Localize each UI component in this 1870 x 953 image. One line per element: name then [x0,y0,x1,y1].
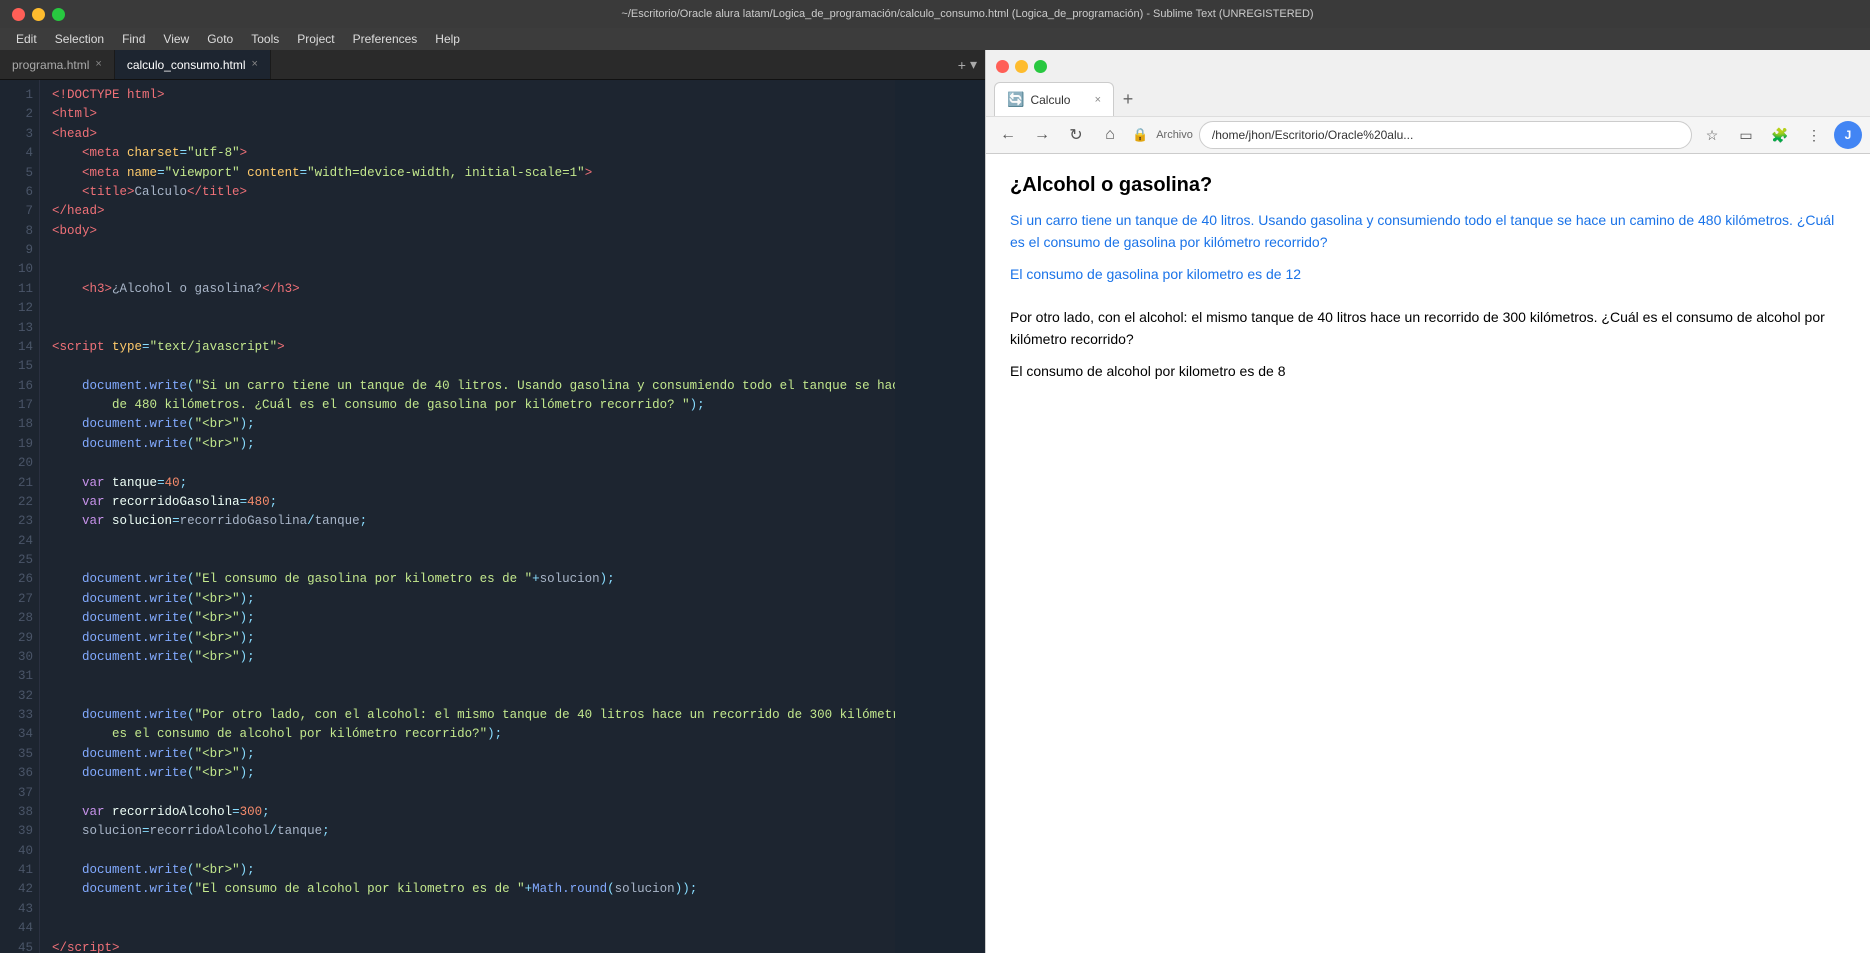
menu-tools[interactable]: Tools [243,30,287,48]
browser-new-tab-button[interactable]: + [1114,82,1142,116]
window-controls[interactable] [12,8,65,21]
tab-programa-html[interactable]: programa.html × [0,50,115,79]
page-answer1: El consumo de gasolina por kilometro es … [1010,266,1846,282]
page-answer2: El consumo de alcohol por kilometro es d… [1010,363,1846,379]
menu-preferences[interactable]: Preferences [345,30,426,48]
tab-calculo-html[interactable]: calculo_consumo.html × [115,50,271,79]
browser-chrome: 🔄 Calculo × + ← → ↻ ⌂ 🔒 Archivo ☆ ▭ 🧩 ⋮ … [986,50,1870,154]
browser-max-button[interactable] [1034,60,1047,73]
browser-pane: 🔄 Calculo × + ← → ↻ ⌂ 🔒 Archivo ☆ ▭ 🧩 ⋮ … [985,50,1870,953]
menu-bar: Edit Selection Find View Goto Tools Proj… [0,28,1870,50]
browser-tab-label: Calculo [1030,93,1070,107]
window-title: ~/Escritorio/Oracle alura latam/Logica_d… [77,8,1858,20]
maximize-button[interactable] [52,8,65,21]
browser-profile-button[interactable]: J [1834,121,1862,149]
code-area: 12345 678910 1112131415 1617181920 21222… [0,80,985,953]
browser-tab-bar: 🔄 Calculo × + [986,82,1870,116]
browser-cast-button[interactable]: ▭ [1732,121,1760,149]
menu-find[interactable]: Find [114,30,153,48]
tab-calculo-close[interactable]: × [252,59,258,70]
browser-tab-favicon: 🔄 [1007,91,1024,108]
browser-home-button[interactable]: ⌂ [1096,121,1124,149]
main-container: programa.html × calculo_consumo.html × +… [0,50,1870,953]
menu-view[interactable]: View [155,30,197,48]
browser-lock-icon: 🔒 [1130,127,1150,143]
browser-toolbar: ← → ↻ ⌂ 🔒 Archivo ☆ ▭ 🧩 ⋮ J [986,116,1870,153]
browser-min-button[interactable] [1015,60,1028,73]
page-heading: ¿Alcohol o gasolina? [1010,174,1846,197]
browser-forward-button[interactable]: → [1028,121,1056,149]
browser-close-button[interactable] [996,60,1009,73]
browser-bookmark-button[interactable]: ☆ [1698,121,1726,149]
tab-programa-label: programa.html [12,58,89,72]
tab-actions: + ▾ [950,50,985,79]
minimize-button[interactable] [32,8,45,21]
page-question1: Si un carro tiene un tanque de 40 litros… [1010,209,1846,254]
browser-titlebar [986,50,1870,82]
line-numbers: 12345 678910 1112131415 1617181920 21222… [0,80,40,953]
browser-menu-button[interactable]: ⋮ [1800,121,1828,149]
browser-reload-button[interactable]: ↻ [1062,121,1090,149]
browser-address-input[interactable] [1199,121,1692,149]
menu-selection[interactable]: Selection [47,30,112,48]
code-editor[interactable]: <!DOCTYPE html> <html> <head> <meta char… [40,80,895,953]
tab-programa-close[interactable]: × [95,59,101,70]
tab-add-icon[interactable]: + [958,57,966,73]
browser-tab-close[interactable]: × [1095,94,1101,106]
minimap [895,80,985,953]
menu-project[interactable]: Project [289,30,342,48]
editor-pane: programa.html × calculo_consumo.html × +… [0,50,985,953]
title-bar: ~/Escritorio/Oracle alura latam/Logica_d… [0,0,1870,28]
tab-calculo-label: calculo_consumo.html [127,58,246,72]
menu-goto[interactable]: Goto [199,30,241,48]
menu-edit[interactable]: Edit [8,30,45,48]
browser-back-button[interactable]: ← [994,121,1022,149]
browser-extensions-button[interactable]: 🧩 [1766,121,1794,149]
browser-tab-calculo[interactable]: 🔄 Calculo × [994,82,1114,116]
menu-help[interactable]: Help [427,30,468,48]
editor-tab-bar: programa.html × calculo_consumo.html × +… [0,50,985,80]
browser-content: ¿Alcohol o gasolina? Si un carro tiene u… [986,154,1870,953]
tab-list-icon[interactable]: ▾ [970,56,977,73]
page-question2: Por otro lado, con el alcohol: el mismo … [1010,306,1846,351]
archive-label: Archivo [1156,129,1193,141]
close-button[interactable] [12,8,25,21]
